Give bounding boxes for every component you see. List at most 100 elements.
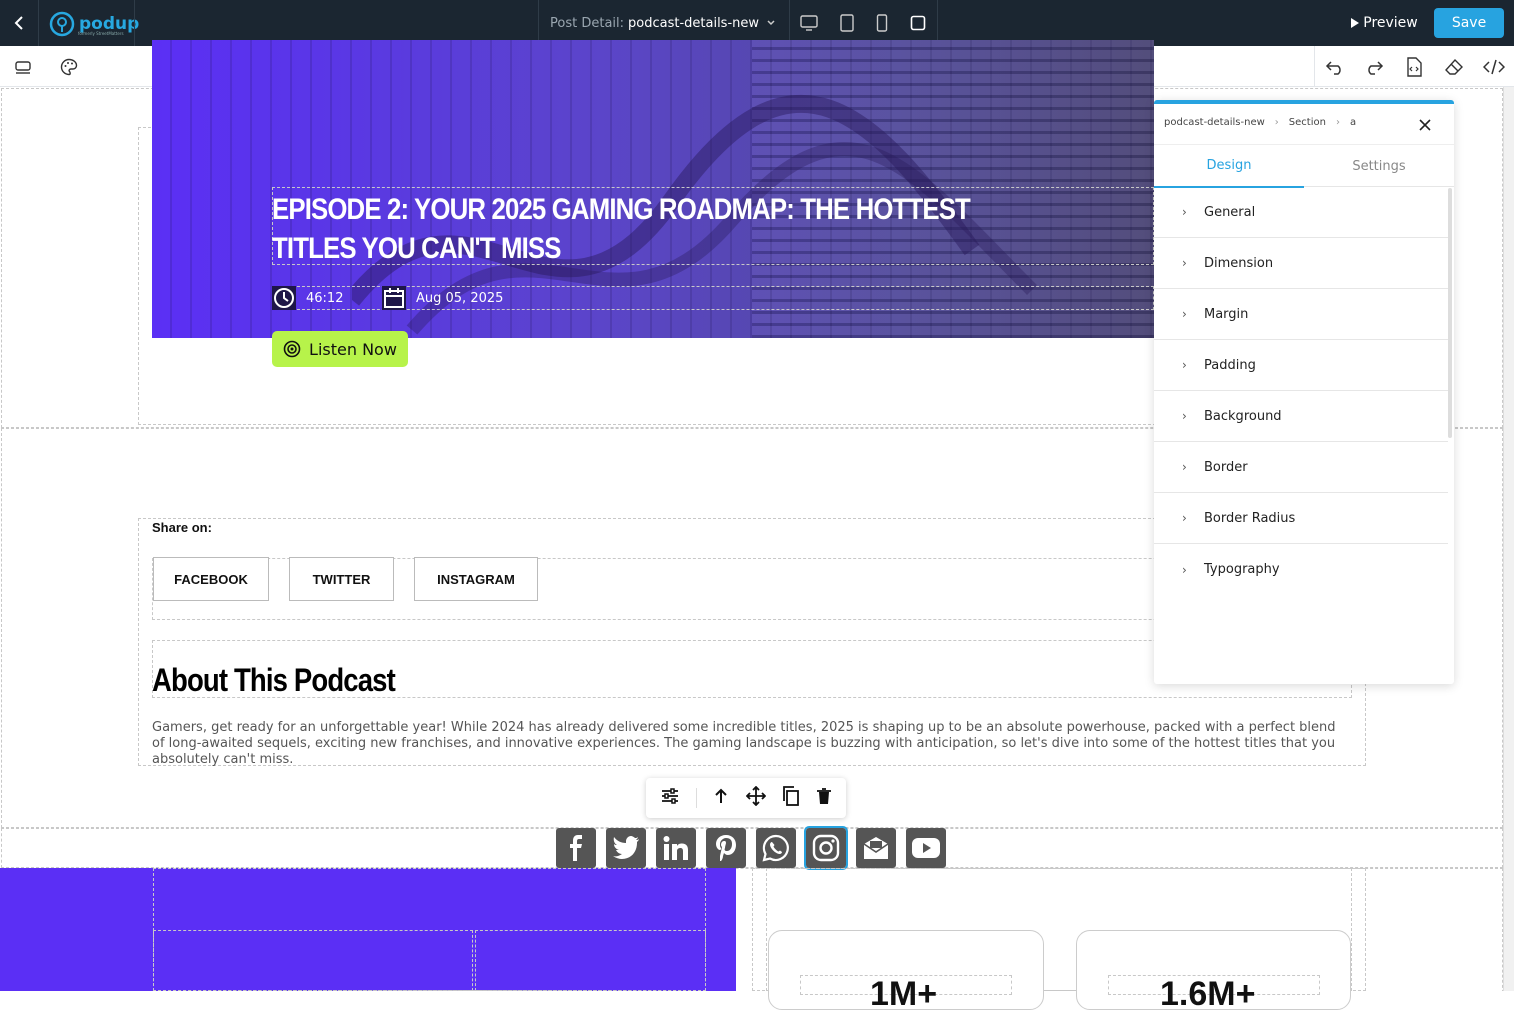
podup-logo-icon (49, 11, 75, 37)
chevron-right-icon: › (1274, 117, 1279, 128)
copy-icon (782, 786, 799, 806)
delete-button[interactable] (816, 787, 832, 809)
layers-button[interactable] (10, 54, 36, 80)
tab-design[interactable]: Design (1154, 145, 1304, 188)
chevron-right-icon: › (1182, 511, 1187, 525)
duplicate-button[interactable] (782, 786, 800, 810)
redo-button[interactable] (1361, 54, 1387, 80)
duration-text: 46:12 (306, 290, 344, 306)
accordion-label: Background (1204, 408, 1282, 424)
breadcrumb-item[interactable]: a (1350, 117, 1356, 128)
accordion-label: Border Radius (1204, 510, 1296, 526)
episode-duration: 46:12 (272, 286, 343, 310)
accordion-margin[interactable]: › Margin (1154, 289, 1448, 340)
undo-icon (1325, 61, 1341, 75)
tab-settings[interactable]: Settings (1304, 145, 1454, 188)
custom-view-button[interactable] (907, 12, 929, 34)
settings-sliders-button[interactable] (660, 786, 680, 810)
accordion-general[interactable]: › General (1154, 187, 1448, 238)
accordion-dimension[interactable]: › Dimension (1154, 238, 1448, 289)
move-button[interactable] (745, 785, 766, 810)
style-accordion: › General › Dimension › Margin › Padding › Ba… (1154, 187, 1448, 595)
chevron-right-icon: › (1182, 307, 1187, 321)
chevron-right-icon: › (1182, 409, 1187, 423)
redo-icon (1368, 61, 1384, 75)
canvas-scrollbar[interactable] (1503, 87, 1514, 991)
about-text[interactable]: Gamers, get ready for an unforgettable y… (152, 720, 1352, 768)
breadcrumb-item[interactable]: podcast-details-new (1164, 117, 1265, 128)
twitter-icon[interactable] (606, 828, 646, 868)
sliders-icon (662, 788, 679, 804)
share-twitter-button[interactable]: TWITTER (289, 557, 394, 601)
layers-icon (15, 61, 31, 74)
mobile-icon (876, 14, 888, 32)
arrow-up-icon (715, 788, 728, 803)
podcast-icon (283, 340, 301, 358)
play-icon (1351, 18, 1360, 28)
chevron-left-icon (14, 16, 23, 30)
desktop-icon (800, 15, 818, 31)
accordion-label: General (1204, 204, 1256, 220)
chevron-right-icon: › (1182, 205, 1187, 219)
preview-button[interactable]: Preview (1346, 8, 1422, 38)
move-icon (745, 785, 766, 807)
theme-button[interactable] (56, 54, 82, 80)
breadcrumb-item[interactable]: Section (1289, 117, 1326, 128)
accordion-label: Margin (1204, 306, 1249, 322)
chevron-right-icon: › (1335, 117, 1340, 128)
share-label: Share on: (152, 520, 212, 535)
listen-now-button[interactable]: Listen Now (272, 331, 408, 367)
facebook-icon[interactable] (556, 828, 596, 868)
palette-icon (60, 58, 78, 76)
accordion-padding[interactable]: › Padding (1154, 340, 1448, 391)
eraser-icon (1445, 58, 1463, 75)
clear-button[interactable] (1441, 54, 1467, 80)
style-panel: podcast-details-new › Section › a Design… (1154, 100, 1454, 684)
instagram-icon[interactable] (804, 826, 848, 870)
column-outline (475, 930, 706, 991)
file-code-icon (1407, 57, 1422, 77)
section-outline (1, 828, 1503, 868)
chevron-right-icon: › (1182, 358, 1187, 372)
accordion-border-radius[interactable]: › Border Radius (1154, 493, 1448, 544)
chevron-right-icon: › (1182, 460, 1187, 474)
pinterest-icon[interactable] (706, 828, 746, 868)
date-text: Aug 05, 2025 (416, 290, 504, 306)
back-button[interactable] (0, 0, 38, 46)
stat-value: 1.6M+ (1160, 975, 1256, 1013)
breadcrumb: podcast-details-new › Section › a (1164, 117, 1356, 128)
share-facebook-button[interactable]: FACEBOOK (153, 557, 269, 601)
panel-tabs: Design Settings (1154, 144, 1454, 188)
desktop-view-button[interactable] (798, 12, 820, 34)
code-icon (1483, 59, 1505, 75)
select-parent-button[interactable] (713, 787, 729, 809)
square-icon (910, 15, 926, 31)
episode-title[interactable]: EPISODE 2: YOUR 2025 GAMING ROADMAP: THE… (272, 190, 1046, 268)
calendar-icon (382, 286, 406, 310)
youtube-icon[interactable] (906, 828, 946, 868)
accordion-label: Typography (1204, 562, 1280, 577)
share-instagram-button[interactable]: INSTAGRAM (414, 557, 538, 601)
clock-icon (272, 286, 296, 310)
mail-icon[interactable] (856, 828, 896, 868)
post-selector-label: Post Detail: (550, 15, 625, 31)
tablet-icon (840, 14, 854, 32)
element-toolbar (646, 778, 846, 818)
accordion-background[interactable]: › Background (1154, 391, 1448, 442)
accordion-typography[interactable]: › Typography (1154, 544, 1448, 595)
about-heading[interactable]: About This Podcast (152, 662, 396, 699)
export-code-button[interactable] (1401, 54, 1427, 80)
accordion-label: Dimension (1204, 255, 1274, 271)
whatsapp-icon[interactable] (756, 828, 796, 868)
undo-button[interactable] (1322, 54, 1348, 80)
tablet-view-button[interactable] (836, 12, 858, 34)
close-panel-button[interactable] (1416, 116, 1434, 134)
accordion-border[interactable]: › Border (1154, 442, 1448, 493)
code-view-button[interactable] (1481, 54, 1507, 80)
mobile-view-button[interactable] (871, 12, 893, 34)
save-button[interactable]: Save (1434, 8, 1504, 38)
panel-scrollbar[interactable] (1448, 188, 1452, 438)
linkedin-icon[interactable] (656, 828, 696, 868)
column-outline (153, 930, 473, 991)
chevron-down-icon (767, 20, 775, 26)
